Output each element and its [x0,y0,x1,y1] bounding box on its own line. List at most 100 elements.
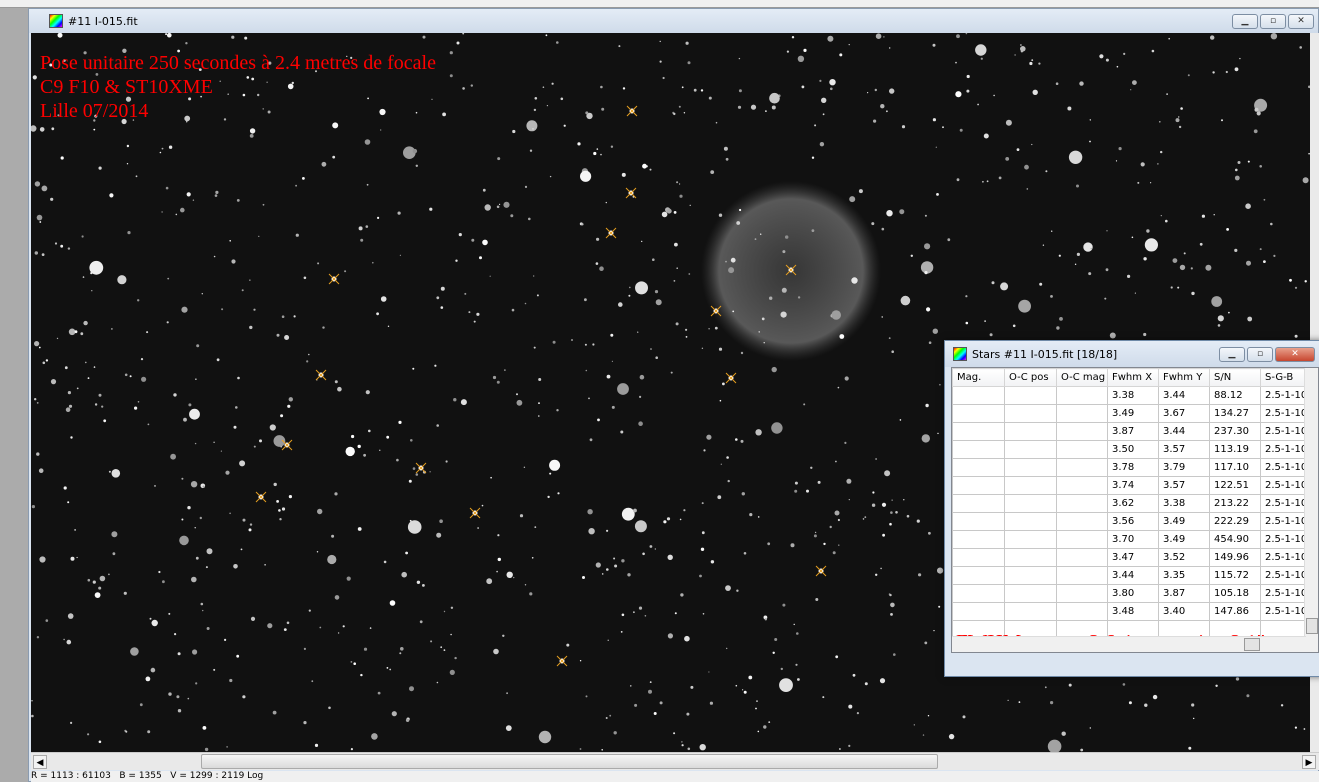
table-cell [1056,584,1108,603]
star [357,444,361,449]
table-cell: 454.90 [1209,530,1261,549]
table-row[interactable]: 3.87 3.44 237.30 2.5-1-10 [952,422,1309,441]
image-window-titlebar[interactable]: #11 I-015.fit ▁ ▫ ✕ [29,9,1318,33]
close-button[interactable]: ✕ [1288,14,1314,29]
restore-button[interactable]: ▫ [1260,14,1286,29]
star [735,438,738,441]
star [1074,263,1077,265]
star [984,320,986,322]
star [98,740,102,744]
app-menu-strip [0,0,1319,8]
star [822,113,825,116]
star [1014,54,1016,56]
table-row[interactable]: 3.44 3.35 115.72 2.5-1-10 [952,566,1309,585]
scroll-thumb[interactable] [201,754,938,769]
table-row[interactable]: 3.48 3.40 147.86 2.5-1-10 [952,602,1309,621]
column-header[interactable]: O-C mag [1056,368,1108,387]
table-row[interactable]: 3.74 3.57 122.51 2.5-1-10 [952,476,1309,495]
table-cell: 3.40 [1158,602,1210,621]
star [1246,694,1250,698]
star [511,308,515,312]
detected-star-marker [625,187,637,199]
column-header[interactable]: Fwhm Y [1158,368,1210,387]
star [202,609,204,612]
star [308,609,311,612]
star [242,518,246,522]
table-row[interactable]: 3.49 3.67 134.27 2.5-1-10 [952,404,1309,423]
star [600,85,603,89]
table-row[interactable]: 3.80 3.87 105.18 2.5-1-10 [952,584,1309,603]
table-cell [1056,404,1108,423]
star [1024,164,1029,170]
star [1080,748,1084,752]
table-row[interactable]: 3.56 3.49 222.29 2.5-1-10 [952,512,1309,531]
star [379,449,381,451]
star [723,146,728,151]
horizontal-scrollbar[interactable]: ◀ ▶ [31,752,1319,770]
table-cell: 2.5-1-10 [1259,602,1309,621]
minimize-button[interactable]: ▁ [1219,347,1245,362]
star [900,295,911,306]
star [1217,324,1221,327]
table-row[interactable]: 3.47 3.52 149.96 2.5-1-10 [952,548,1309,567]
table-row[interactable]: 3.50 3.57 113.19 2.5-1-10 [952,440,1309,459]
star [524,584,527,586]
star [593,151,597,156]
star [168,692,172,696]
star [429,471,431,473]
restore-button[interactable]: ▫ [1247,347,1273,362]
star [468,311,471,314]
star [757,516,760,518]
table-vertical-scrollbar[interactable] [1304,368,1318,652]
stars-window-titlebar[interactable]: Stars #11 I-015.fit [18/18] ▁ ▫ ✕ [945,341,1319,367]
star [1020,44,1022,46]
scroll-thumb[interactable] [1244,638,1260,651]
table-row[interactable]: 3.62 3.38 213.22 2.5-1-10 [952,494,1309,513]
column-header[interactable]: Mag. [952,368,1005,387]
star [80,332,84,336]
star [334,492,338,496]
star [416,580,421,584]
table-row[interactable]: 3.70 3.49 454.90 2.5-1-10 [952,530,1309,549]
star [533,346,536,349]
star [161,147,164,150]
star [982,180,984,183]
scroll-thumb[interactable] [1306,618,1318,634]
star [1188,746,1192,750]
column-header[interactable]: Fwhm X [1107,368,1159,387]
star [38,468,44,474]
star [786,50,790,53]
star [236,654,240,658]
star [928,531,931,535]
star [606,529,609,532]
column-header[interactable]: O-C pos [1004,368,1057,387]
star [891,350,894,354]
star [295,233,299,237]
table-row[interactable]: 3.78 3.79 117.10 2.5-1-10 [952,458,1309,477]
table-horizontal-scrollbar[interactable] [952,636,1306,652]
close-button[interactable]: ✕ [1275,347,1315,362]
scroll-left-arrow-icon[interactable]: ◀ [33,755,47,769]
star [830,87,833,91]
table-row[interactable]: 3.38 3.44 88.12 2.5-1-10 [952,386,1309,405]
star [192,199,195,201]
star [890,602,895,608]
column-header[interactable]: S/N [1209,368,1261,387]
star [321,161,327,167]
star [797,678,800,681]
star [524,185,528,188]
table-cell [1056,602,1108,621]
star [1259,165,1262,168]
star [229,512,231,515]
minimize-button[interactable]: ▁ [1232,14,1258,29]
star [82,276,85,278]
star [699,574,702,578]
star [295,184,297,187]
star [851,277,858,284]
scroll-right-arrow-icon[interactable]: ▶ [1302,755,1316,769]
column-header[interactable]: S-G-B [1259,368,1309,387]
star [482,239,488,246]
star [168,145,173,149]
table-cell [1056,548,1108,567]
star [1134,292,1136,294]
